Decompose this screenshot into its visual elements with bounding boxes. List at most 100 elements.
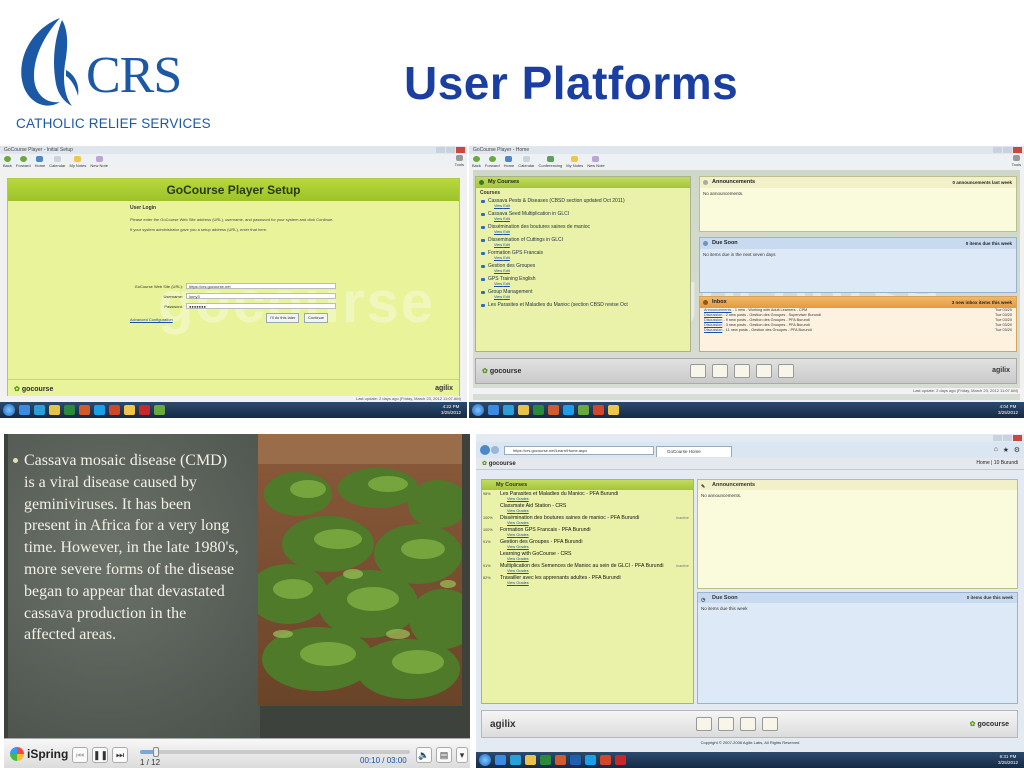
course-item[interactable]: Dissémination des boutures saines de man… [476, 224, 690, 235]
first-slide-button[interactable]: ⏮ [72, 747, 88, 763]
course-item[interactable]: Formation GPS Francais View Edit [476, 250, 690, 261]
dock-media-button[interactable] [740, 717, 756, 731]
gocourse-app-icon[interactable] [154, 405, 165, 415]
toolbar-calendar[interactable]: Calendar [518, 156, 534, 168]
advanced-configuration-link[interactable]: Advanced Configuration [130, 317, 173, 322]
notes-app-icon[interactable] [124, 405, 135, 415]
excel-icon[interactable] [533, 405, 544, 415]
start-button[interactable] [479, 754, 491, 766]
toolbar-tools[interactable]: Tools [1012, 155, 1021, 167]
toolbar-conferencing[interactable]: Conferencing [538, 156, 562, 168]
toolbar-forward[interactable]: Forward [485, 156, 500, 168]
ie-icon[interactable] [488, 405, 499, 415]
player-icon[interactable] [79, 405, 90, 415]
top-nav[interactable]: Home | 10 Burundi [976, 460, 1018, 466]
maximize-button[interactable] [1003, 147, 1012, 153]
back-icon[interactable] [480, 445, 490, 455]
pdf-icon[interactable] [139, 405, 150, 415]
dock-files-button[interactable] [756, 364, 772, 378]
minimize-button[interactable] [993, 435, 1002, 441]
dock-notes-button[interactable] [712, 364, 728, 378]
toolbar-new-note[interactable]: New Note [90, 156, 108, 168]
course-item[interactable]: GPS Training English View Edit [476, 276, 690, 287]
home-icon[interactable]: ⌂ [994, 446, 998, 453]
toolbar-my-notes[interactable]: My Notes [69, 156, 86, 168]
maximize-button[interactable] [446, 147, 455, 153]
gocourse-app-icon[interactable] [578, 405, 589, 415]
dock-tools-button[interactable] [778, 364, 794, 378]
volume-button[interactable]: 🔈 [416, 747, 432, 763]
seek-handle[interactable] [153, 747, 160, 757]
course-item[interactable]: Cassava Pests & Diseases (CBSD section u… [476, 198, 690, 209]
course-item[interactable]: 100% Dissémination des boutures saines de… [482, 515, 693, 526]
course-item[interactable]: Les Parasites et Maladies du Manioc (sec… [476, 302, 690, 308]
minimize-button[interactable] [993, 147, 1002, 153]
player-icon[interactable] [548, 405, 559, 415]
close-button[interactable] [1013, 435, 1022, 441]
ie-icon[interactable] [19, 405, 30, 415]
folder-icon[interactable] [525, 755, 536, 765]
toolbar-back[interactable]: Back [472, 156, 481, 168]
course-item[interactable]: 98% Les Parasites et Maladies du Manioc -… [482, 491, 693, 502]
powerpoint-icon[interactable] [600, 755, 611, 765]
username-input[interactable]: lomy3 [186, 293, 336, 299]
skype-icon[interactable] [585, 755, 596, 765]
course-item[interactable]: Learning with GoCourse - CRS View Grades I… [482, 551, 693, 568]
pdf-icon[interactable] [615, 755, 626, 765]
seek-bar[interactable] [140, 747, 410, 757]
dock-tools-button[interactable] [762, 717, 778, 731]
later-button[interactable]: I'll do this later [266, 313, 300, 323]
toolbar-back[interactable]: Back [3, 156, 12, 168]
dock-media-button[interactable] [734, 364, 750, 378]
skype-icon[interactable] [563, 405, 574, 415]
outlook-icon[interactable] [570, 755, 581, 765]
course-item[interactable]: Classmate Aid Station - CRS View Grades In… [482, 503, 693, 520]
course-item[interactable]: 91% Multiplication des Semences de Manioc… [482, 563, 693, 574]
media-icon[interactable] [503, 405, 514, 415]
inbox-row[interactable]: Discussion - 11 new posts - Gestion des … [700, 328, 1016, 333]
start-button[interactable] [3, 404, 15, 416]
toolbar-my-notes[interactable]: My Notes [566, 156, 583, 168]
excel-icon[interactable] [64, 405, 75, 415]
browser-tab[interactable]: GoCourse Home [656, 446, 732, 457]
course-item[interactable]: 82% Travailler avec les apprenants adulte… [482, 575, 693, 586]
toolbar-tools[interactable]: Tools [455, 155, 464, 167]
dock-courses-button[interactable] [690, 364, 706, 378]
toolbar-new-note[interactable]: New Note [587, 156, 605, 168]
pause-button[interactable]: ❚❚ [92, 747, 108, 763]
folder-icon[interactable] [49, 405, 60, 415]
toolbar-home[interactable]: Home [35, 156, 45, 168]
course-item[interactable]: Dissemination of Cuttings in GLCI View Ed… [476, 237, 690, 248]
dock-courses-button[interactable] [696, 717, 712, 731]
ie-icon[interactable] [495, 755, 506, 765]
password-input[interactable]: ●●●●●●● [186, 303, 336, 309]
course-item[interactable]: Cassava Seed Multiplication in GLCI View … [476, 211, 690, 222]
forward-icon[interactable] [491, 446, 499, 454]
course-item[interactable]: 91% Gestion des Groupes - PFA Burundi View… [482, 539, 693, 550]
start-button[interactable] [472, 404, 484, 416]
toolbar-calendar[interactable]: Calendar [49, 156, 65, 168]
close-button[interactable] [1013, 147, 1022, 153]
url-input[interactable]: https://crs.gocourse.net [186, 283, 336, 289]
skype-icon[interactable] [94, 405, 105, 415]
course-item[interactable]: Group Management View Edit [476, 289, 690, 300]
toolbar-home[interactable]: Home [504, 156, 514, 168]
url-input[interactable]: https://crs.gocourse.net/Learn/Home.aspx [504, 446, 654, 455]
maximize-button[interactable] [1003, 435, 1012, 441]
excel-icon[interactable] [540, 755, 551, 765]
media-icon[interactable] [34, 405, 45, 415]
powerpoint-icon[interactable] [593, 405, 604, 415]
minimize-button[interactable] [436, 147, 445, 153]
menu-button[interactable]: ▾ [456, 747, 468, 763]
dock-notes-button[interactable] [718, 717, 734, 731]
powerpoint-icon[interactable] [109, 405, 120, 415]
course-item[interactable]: 100% Formation GPS Francais - PFA Burundi… [482, 527, 693, 538]
favorites-icon[interactable]: ★ [1003, 446, 1009, 454]
next-slide-button[interactable]: ⏭ [112, 747, 128, 763]
toolbar-forward[interactable]: Forward [16, 156, 31, 168]
outline-button[interactable]: ▤ [436, 747, 452, 763]
continue-button[interactable]: Continue [304, 313, 329, 323]
gear-icon[interactable]: ⚙ [1014, 446, 1020, 454]
course-item[interactable]: Gestion des Groupes View Edit [476, 263, 690, 274]
close-button[interactable] [456, 147, 465, 153]
